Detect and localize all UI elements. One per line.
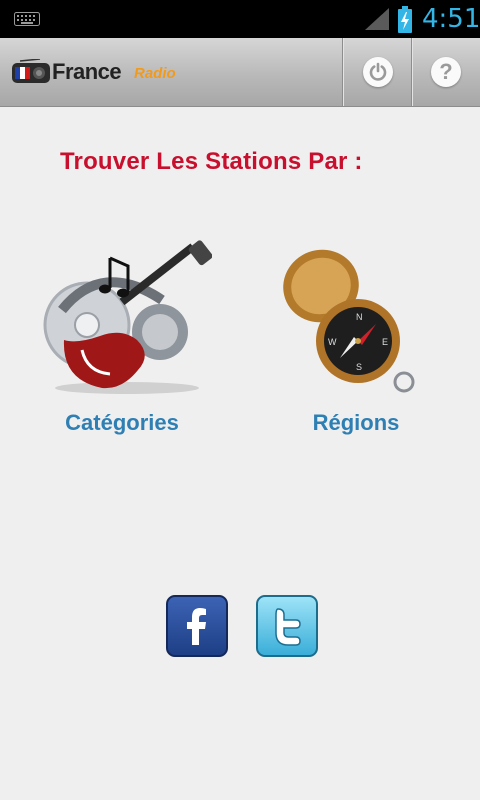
categories-button[interactable]: Catégories <box>22 240 222 450</box>
logo-subtitle: Radio <box>134 65 176 82</box>
power-icon <box>363 57 393 87</box>
regions-label: Régions <box>312 410 400 435</box>
help-icon: ? <box>431 57 461 87</box>
svg-text:E: E <box>382 337 388 347</box>
facebook-icon <box>187 608 206 645</box>
svg-text:N: N <box>356 312 363 322</box>
twitter-icon <box>275 608 301 646</box>
facebook-button[interactable] <box>166 595 228 657</box>
compass-icon: N E S W <box>283 249 415 393</box>
svg-text:S: S <box>356 362 362 372</box>
logo-title: France <box>52 59 122 84</box>
guitar-music-icon <box>43 240 212 394</box>
regions-button[interactable]: N E S W Régions <box>256 240 456 450</box>
categories-label: Catégories <box>65 410 179 435</box>
page-heading: Trouver Les Stations Par : <box>60 148 363 175</box>
signal-icon <box>365 8 389 30</box>
help-glyph: ? <box>439 59 453 84</box>
twitter-button[interactable] <box>256 595 318 657</box>
power-button[interactable] <box>344 38 412 106</box>
battery-charging-icon <box>398 6 412 33</box>
help-button[interactable]: ? <box>412 38 480 106</box>
keyboard-icon <box>14 12 40 26</box>
radio-icon <box>12 59 50 83</box>
status-bar: 4:51 <box>0 0 480 38</box>
clock: 4:51 <box>422 4 480 34</box>
app-logo: France Radio <box>10 55 200 91</box>
svg-text:W: W <box>328 337 337 347</box>
action-divider <box>342 38 343 106</box>
